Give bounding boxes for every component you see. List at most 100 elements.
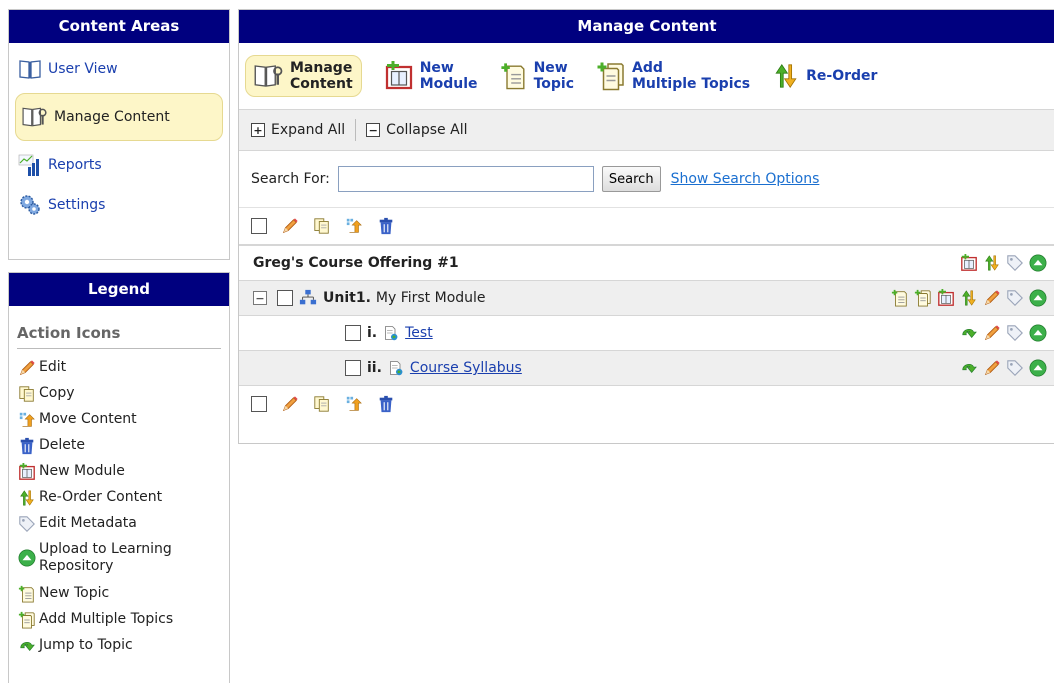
nav-item-user-view[interactable]: User View (9, 49, 229, 89)
button-label: Add (632, 60, 663, 76)
plus-box-icon: + (251, 123, 265, 137)
module-title: My First Module (375, 290, 486, 306)
pencil-icon[interactable] (281, 217, 299, 235)
search-label: Search For: (251, 171, 330, 187)
collapse-toggle-icon[interactable]: − (253, 291, 267, 305)
pencil-icon (18, 359, 36, 377)
reorder-button[interactable]: Re-Order (772, 62, 877, 90)
topic-checkbox[interactable] (345, 360, 361, 376)
search-input[interactable] (337, 166, 594, 192)
jump-icon (18, 637, 36, 655)
legend-item-upload: Upload to Learning Repository (17, 541, 229, 585)
expand-collapse-bar: + Expand All − Collapse All (239, 109, 1054, 151)
topic-number: ii. (367, 360, 382, 376)
module-number: Unit1. (323, 290, 371, 306)
move-icon[interactable] (345, 395, 363, 413)
button-label: Re-Order (806, 68, 878, 84)
trash-icon[interactable] (377, 395, 395, 413)
manage-content-button[interactable]: Manage Content (245, 55, 362, 97)
collapse-all-button[interactable]: − Collapse All (366, 122, 467, 138)
button-label: New (419, 60, 454, 76)
pencil-icon[interactable] (983, 359, 1001, 377)
new-module-icon[interactable] (937, 289, 955, 307)
upload-icon[interactable] (1029, 359, 1047, 377)
move-icon[interactable] (345, 217, 363, 235)
upload-icon[interactable] (1029, 324, 1047, 342)
tag-icon[interactable] (1006, 254, 1024, 272)
new-module-icon[interactable] (960, 254, 978, 272)
expand-all-label: Expand All (271, 122, 346, 138)
button-label: Topic (533, 76, 574, 92)
tag-icon[interactable] (1006, 324, 1024, 342)
select-all-checkbox[interactable] (251, 396, 267, 412)
add-topics-icon (596, 61, 626, 91)
topic-row: ii. Course Syllabus (239, 350, 1054, 385)
divider (355, 119, 357, 141)
search-button[interactable]: Search (601, 166, 661, 192)
copy-icon[interactable] (313, 217, 331, 235)
add-topics-icon (18, 611, 36, 629)
minus-box-icon: − (366, 123, 381, 137)
legend-item-reorder: Re-Order Content (17, 489, 229, 515)
new-topic-icon[interactable] (891, 289, 909, 307)
tag-icon[interactable] (1006, 289, 1024, 307)
pencil-icon[interactable] (281, 395, 299, 413)
legend-subtitle: Action Icons (17, 324, 221, 349)
reorder-icon[interactable] (960, 289, 978, 307)
nav-item-reports[interactable]: Reports (9, 145, 229, 185)
module-row: − Unit1. My First Module (239, 280, 1054, 315)
nav-item-label: User View (48, 61, 118, 77)
button-label: Multiple Topics (632, 76, 751, 92)
new-topic-icon (18, 585, 36, 603)
gears-icon (18, 193, 42, 217)
manage-content-icon (254, 61, 284, 91)
copy-icon[interactable] (313, 395, 331, 413)
topic-row: i. Test (239, 315, 1054, 350)
nav-item-label: Settings (48, 197, 106, 213)
module-checkbox[interactable] (277, 290, 293, 306)
book-icon (18, 57, 42, 81)
button-label: New (533, 60, 568, 76)
pencil-icon[interactable] (983, 324, 1001, 342)
topic-document-icon (383, 325, 399, 341)
jump-icon[interactable] (960, 324, 978, 342)
topic-link[interactable]: Test (405, 325, 433, 341)
jump-icon[interactable] (960, 359, 978, 377)
legend-label: Edit Metadata (39, 515, 137, 531)
pencil-icon[interactable] (983, 289, 1001, 307)
topic-link[interactable]: Course Syllabus (410, 360, 522, 376)
upload-icon[interactable] (1029, 289, 1047, 307)
upload-icon (18, 549, 36, 567)
new-module-button[interactable]: New Module (384, 60, 478, 92)
upload-icon[interactable] (1029, 254, 1047, 272)
tag-icon[interactable] (1006, 359, 1024, 377)
reorder-icon (772, 62, 800, 90)
collapse-all-label: Collapse All (386, 122, 468, 138)
nav-item-manage-content[interactable]: Manage Content (15, 93, 223, 141)
bar-chart-icon (18, 153, 42, 177)
legend-label: New Module (39, 463, 125, 479)
legend-item-new-topic: New Topic (17, 585, 229, 611)
button-label: Content (290, 76, 353, 92)
bulk-actions-top (239, 207, 1054, 244)
select-all-checkbox[interactable] (251, 218, 267, 234)
page-title: Manage Content (239, 10, 1054, 43)
topic-checkbox[interactable] (345, 325, 361, 341)
button-label: Manage (290, 60, 353, 76)
nav-item-settings[interactable]: Settings (9, 185, 229, 225)
add-multiple-topics-button[interactable]: Add Multiple Topics (596, 60, 750, 92)
show-search-options-link[interactable]: Show Search Options (671, 171, 820, 187)
legend-title: Legend (9, 273, 229, 306)
expand-all-button[interactable]: + Expand All (251, 122, 345, 138)
reorder-icon[interactable] (983, 254, 1001, 272)
legend-item-move: Move Content (17, 411, 229, 437)
new-topic-button[interactable]: New Topic (500, 60, 574, 92)
legend-label: Jump to Topic (39, 637, 133, 653)
new-module-icon (18, 463, 36, 481)
course-row: Greg's Course Offering #1 (239, 244, 1054, 280)
legend-label: New Topic (39, 585, 110, 601)
legend-label: Delete (39, 437, 85, 453)
trash-icon[interactable] (377, 217, 395, 235)
manage-content-panel: Manage Content Manage Content New Module N… (238, 9, 1054, 444)
add-topics-icon[interactable] (914, 289, 932, 307)
